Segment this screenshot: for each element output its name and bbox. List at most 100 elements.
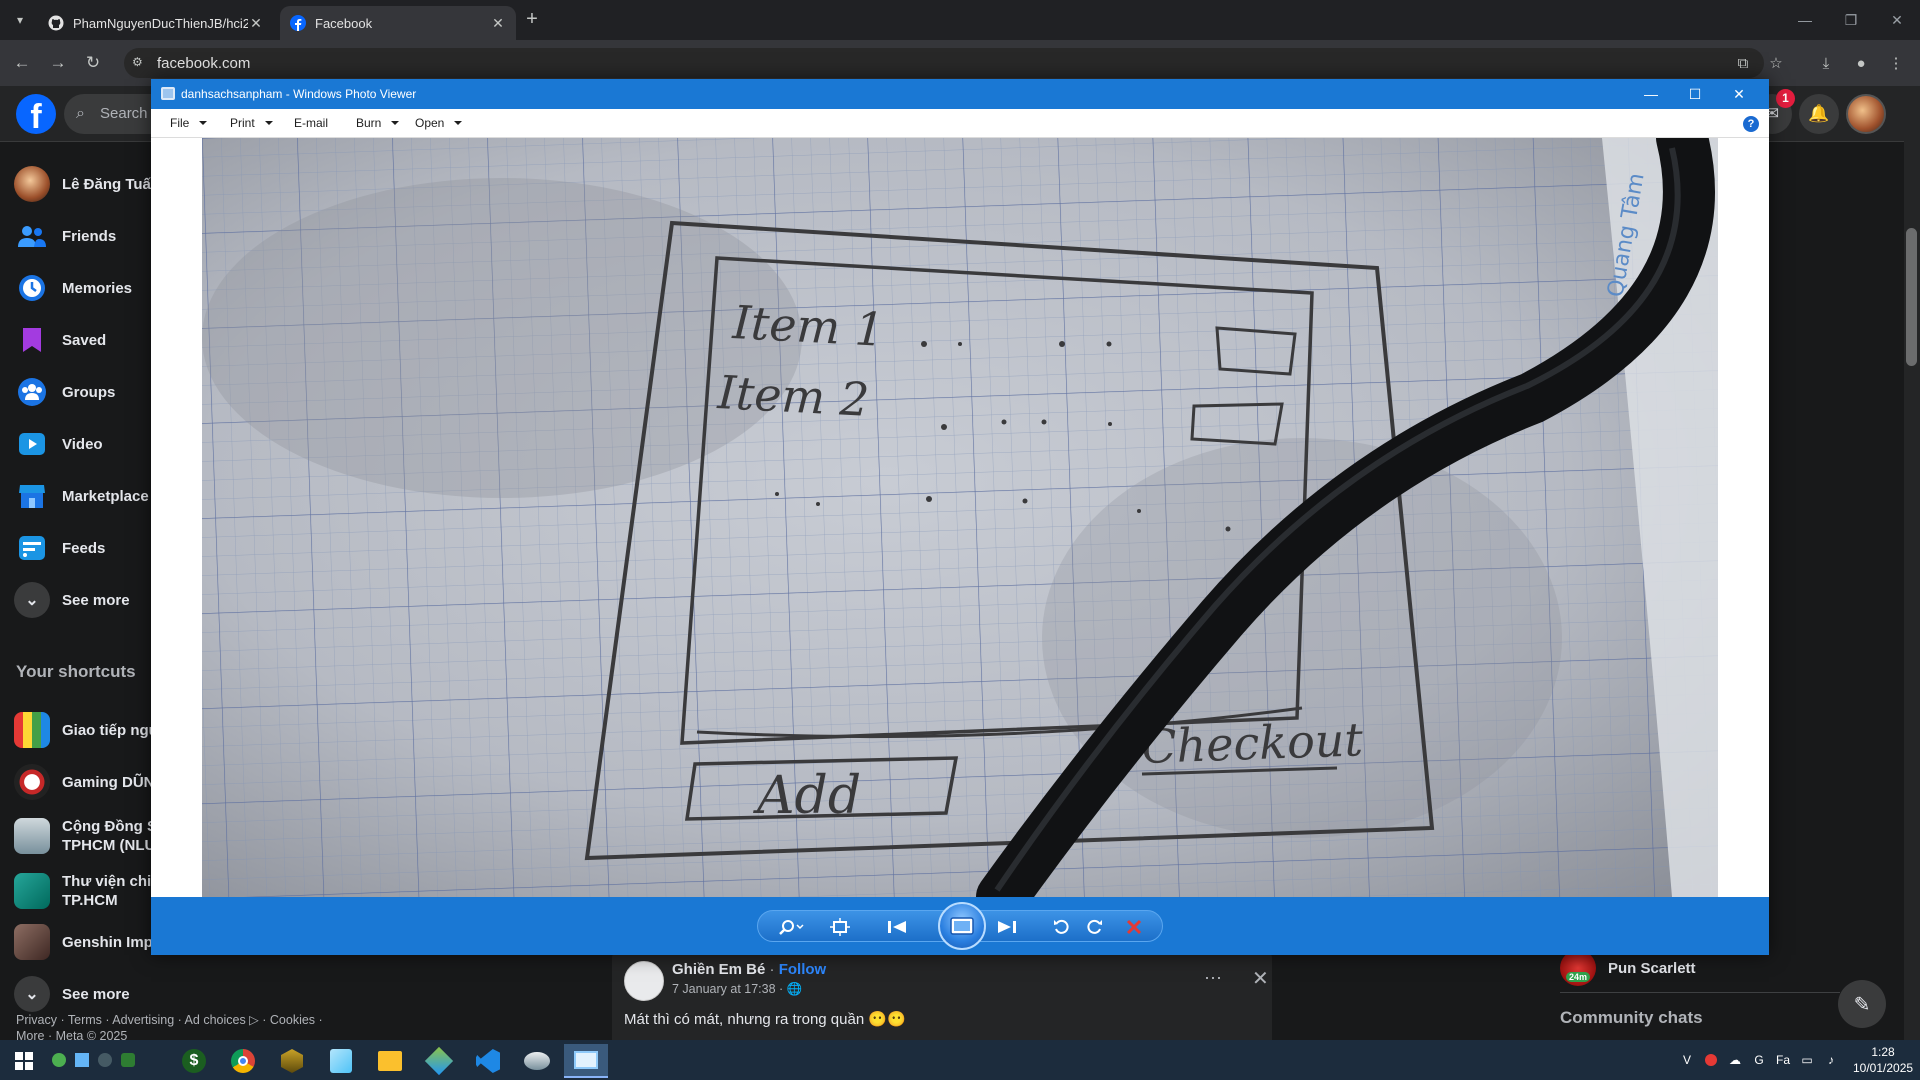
address-bar[interactable]: ⚙ facebook.com [124,48,1764,78]
chevron-down-icon: ⌄ [14,582,50,618]
install-app-icon[interactable]: ⧉ [1732,52,1754,74]
new-message-icon[interactable]: ✎ [1838,980,1886,1028]
group-thumbnail [14,764,50,800]
friends-icon [14,218,50,254]
photo-viewport[interactable]: Item 1 Item 2 Add Checkout Quang Tâm [151,138,1769,897]
pinned-app-icon[interactable] [50,1052,68,1068]
tray-app-icon[interactable]: G [1750,1052,1768,1068]
taskbar-app-money[interactable]: $ [172,1044,216,1078]
network-icon[interactable]: ▭ [1798,1052,1816,1068]
minimize-icon[interactable]: — [1629,79,1673,109]
menu-label: Burn [356,116,382,130]
file-explorer-icon[interactable] [368,1044,412,1078]
notifications-bell-icon[interactable]: 🔔 [1799,94,1839,134]
post-author[interactable]: Ghiền Em Bé [672,961,765,978]
volume-icon[interactable]: ♪ [1822,1052,1840,1068]
taskbar-app-game[interactable] [270,1044,314,1078]
pinned-app-icon[interactable] [73,1052,91,1068]
slideshow-icon [950,917,974,935]
close-icon[interactable]: ✕ [1717,79,1761,109]
zoom-icon[interactable] [778,915,806,939]
back-icon[interactable]: ← [9,50,35,76]
profile-icon[interactable]: ● [1850,52,1872,74]
sketch-checkout-label: Checkout [1140,712,1364,774]
menu-label: File [170,116,190,130]
taskbar-app-git[interactable] [417,1044,461,1078]
photo-viewer-titlebar[interactable]: danhsachsanpham - Windows Photo Viewer —… [151,79,1769,109]
actual-size-icon[interactable] [826,915,854,939]
video-icon [14,426,50,462]
sidebar-item-label: Groups [62,383,116,401]
taskbar-app-notes[interactable] [319,1044,363,1078]
community-chats-heading: Community chats [1560,1008,1703,1027]
tab-search-button[interactable]: ▾ [8,8,32,32]
bookmark-star-icon[interactable]: ☆ [1765,52,1787,74]
forward-icon[interactable]: → [45,50,71,76]
onedrive-icon[interactable]: ☁ [1726,1052,1744,1068]
tab-facebook[interactable]: Facebook ✕ [280,6,516,40]
windows-taskbar: $ V ☁ G Fa ▭ ♪ 1:28 10/01/2025 [0,1040,1920,1080]
photo-viewer-taskbar-icon[interactable] [564,1044,608,1078]
delete-icon[interactable] [1120,915,1148,939]
rotate-clockwise-icon[interactable] [1080,915,1108,939]
more-options-icon[interactable]: ⋯ [1204,968,1222,989]
avatar: 24m [1560,950,1596,986]
sidebar-item-label: Feeds [62,539,106,557]
group-thumbnail [14,818,50,854]
contact-item[interactable]: 24m Pun Scarlett [1560,950,1696,986]
tab-title: PhamNguyenDucThienJB/hci20 [73,15,248,31]
pinned-app-icon[interactable] [96,1052,114,1068]
download-icon[interactable]: ⤓ [1815,52,1837,74]
rotate-counterclockwise-icon[interactable] [1048,915,1076,939]
follow-link[interactable]: Follow [779,961,827,978]
shortcut-label: TP.HCM [62,892,118,909]
avatar[interactable] [624,961,664,1001]
post-date[interactable]: 7 January at 17:38 · [672,982,787,996]
marketplace-icon [14,478,50,514]
maximize-icon[interactable]: ☐ [1673,79,1717,109]
photo-viewer-window: danhsachsanpham - Windows Photo Viewer —… [151,79,1769,955]
site-info-icon[interactable]: ⚙ [132,55,148,71]
menu-open[interactable]: Open [415,116,463,130]
new-tab-button[interactable]: + [520,8,544,32]
tab-close-icon[interactable]: ✕ [490,15,506,32]
search-icon: ⌕ [76,105,85,122]
shortcut-label: See more [62,985,130,1003]
shortcut-label: Genshin Impa [62,933,162,951]
slideshow-button[interactable] [938,902,986,950]
shortcuts-see-more-button[interactable]: ⌄ See more [14,972,314,1016]
contact-name: Pun Scarlett [1608,959,1696,977]
vscode-icon[interactable] [466,1044,510,1078]
facebook-left-sidebar: Lê Đăng Tuấn Friends Memories Saved Grou… [0,142,323,1043]
help-icon[interactable]: ? [1743,116,1759,132]
menu-file[interactable]: File [170,116,208,130]
close-icon[interactable]: ✕ [1252,966,1269,991]
taskbar-app-vpn[interactable] [515,1044,559,1078]
previous-icon[interactable] [884,915,912,939]
clock-date: 10/01/2025 [1853,1061,1914,1075]
menu-print[interactable]: Print [230,116,273,130]
chevron-down-icon [454,121,463,125]
tab-github[interactable]: PhamNguyenDucThienJB/hci20 ✕ [38,6,274,40]
language-icon[interactable]: Fa [1774,1052,1792,1068]
menu-email[interactable]: E-mail [294,116,328,130]
next-icon[interactable] [992,915,1020,939]
browser-tab-strip: ▾ PhamNguyenDucThienJB/hci20 ✕ Facebook … [0,0,1920,40]
start-button[interactable] [2,1044,46,1078]
menu-burn[interactable]: Burn [356,116,400,130]
shortcut-label: Cộng Đồng S [62,818,157,835]
restore-icon[interactable]: ❐ [1828,0,1874,40]
tab-close-icon[interactable]: ✕ [248,15,264,32]
minimize-icon[interactable]: — [1782,0,1828,40]
account-avatar[interactable] [1846,94,1886,134]
facebook-logo-icon[interactable]: f [16,94,56,134]
chrome-icon[interactable] [221,1044,265,1078]
close-icon[interactable]: ✕ [1874,0,1920,40]
menu-icon[interactable]: ⋮ [1885,52,1907,74]
scrollbar-thumb[interactable] [1906,228,1917,366]
reload-icon[interactable]: ↻ [80,50,106,76]
taskbar-clock[interactable]: 1:28 10/01/2025 [1853,1044,1913,1076]
tray-vpn-icon[interactable]: V [1678,1052,1696,1068]
tray-app-icon[interactable] [1702,1052,1720,1068]
pinned-app-icon[interactable] [119,1052,137,1068]
